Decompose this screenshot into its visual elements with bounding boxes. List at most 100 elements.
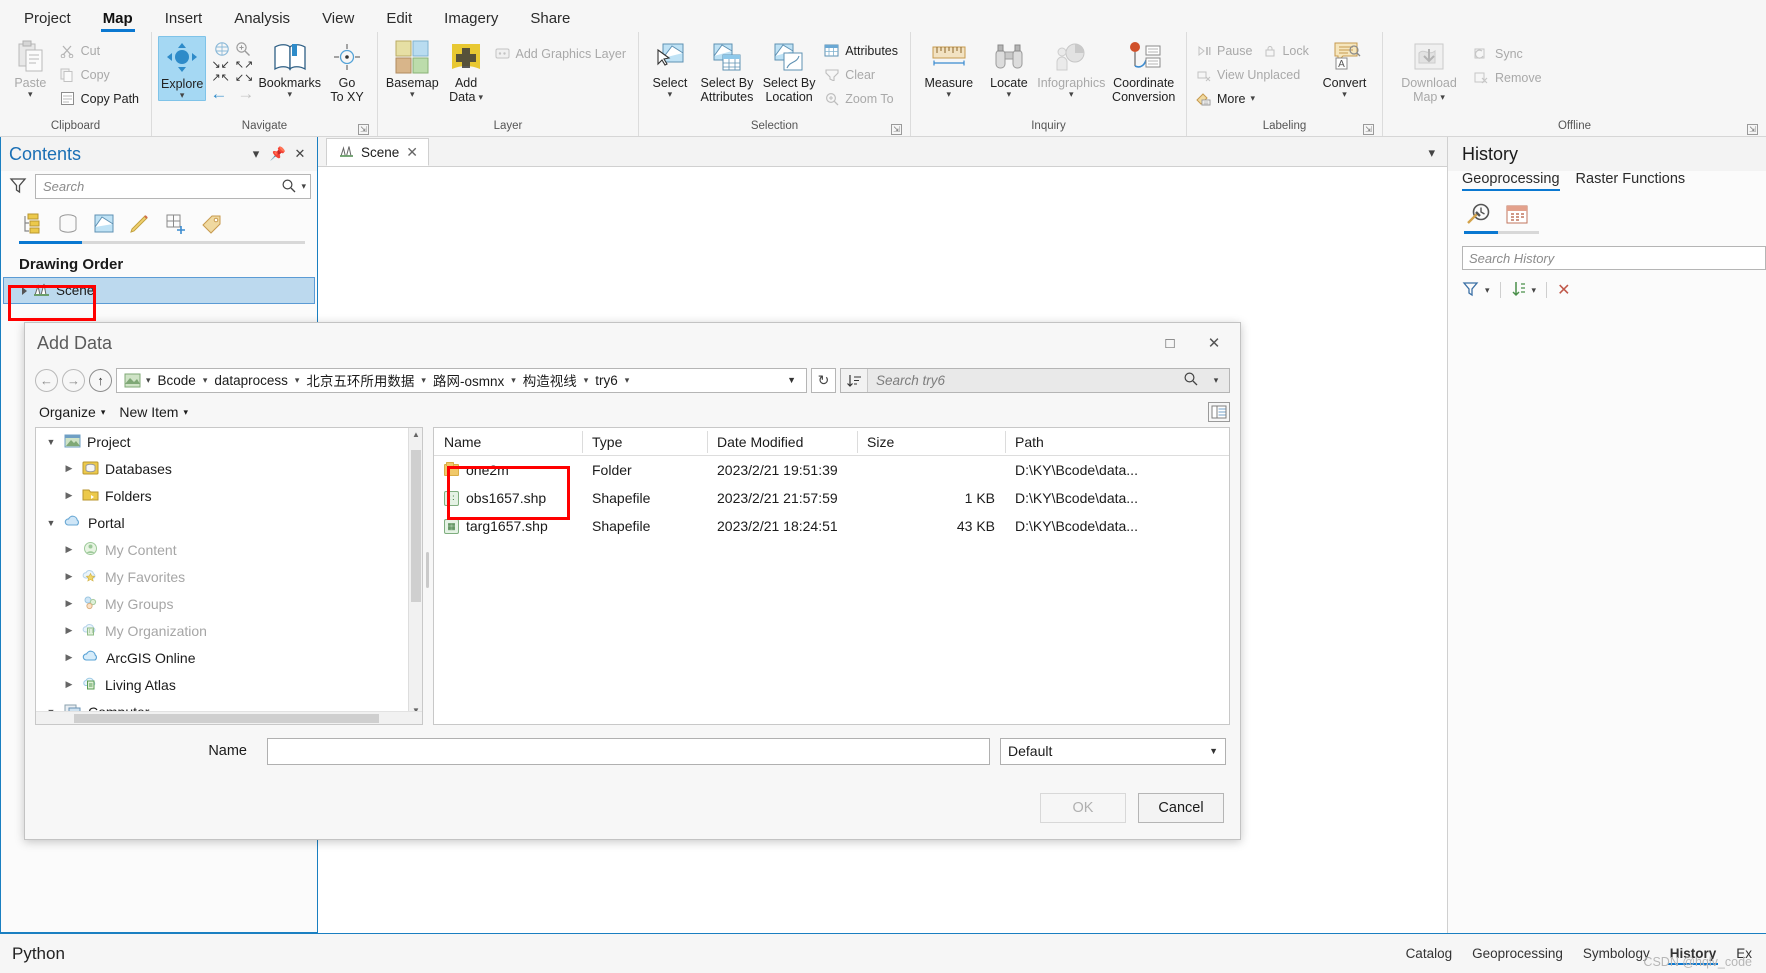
clear-button[interactable]: Clear xyxy=(821,63,904,86)
maximize-icon[interactable]: □ xyxy=(1148,326,1192,360)
chevron-down-icon[interactable]: ▾ xyxy=(183,407,188,418)
chevron-down-icon[interactable]: ▾ xyxy=(1485,285,1490,296)
format-select[interactable]: Default ▼ xyxy=(1000,737,1226,765)
refresh-icon[interactable]: ↻ xyxy=(811,367,836,393)
view-layout-icon[interactable] xyxy=(1208,402,1230,422)
paste-button[interactable]: Paste ▾ xyxy=(6,36,55,99)
column-header-name[interactable]: Name xyxy=(434,428,582,456)
name-input[interactable] xyxy=(267,737,990,765)
explore-button[interactable]: Explore ▾ xyxy=(158,36,207,101)
bottom-tab-geoprocessing[interactable]: Geoprocessing xyxy=(1462,940,1573,967)
view-unplaced-button[interactable]: View Unplaced xyxy=(1193,63,1311,86)
collapsed-arrow-icon[interactable]: ▶ xyxy=(62,598,76,609)
breadcrumb-item-try6[interactable]: try6 xyxy=(590,373,623,388)
new-item-button[interactable]: New Item ▾ xyxy=(115,402,192,422)
attributes-button[interactable]: Attributes xyxy=(821,39,904,62)
dialog-search[interactable]: Search try6 ▾ xyxy=(840,367,1230,393)
list-by-editing-icon[interactable] xyxy=(127,211,153,237)
coordinate-conversion-button[interactable]: Coordinate Conversion xyxy=(1107,36,1180,104)
organize-button[interactable]: Organize ▾ xyxy=(35,402,109,422)
collapsed-arrow-icon[interactable]: ▶ xyxy=(62,490,76,501)
list-by-snapping-icon[interactable] xyxy=(163,211,189,237)
chevron-down-icon[interactable]: ▾ xyxy=(201,375,210,386)
chevron-down-icon[interactable]: ▾ xyxy=(479,92,484,102)
chevron-down-icon[interactable]: ▾ xyxy=(180,91,185,100)
chevron-down-icon[interactable]: ▾ xyxy=(1250,94,1255,103)
contents-layer-scene[interactable]: Scene xyxy=(3,277,315,304)
cut-button[interactable]: Cut xyxy=(57,39,145,62)
lock-labeling-button[interactable]: Lock xyxy=(1258,39,1314,62)
calendar-icon[interactable] xyxy=(1504,202,1530,226)
tree-item-my-content[interactable]: ▶ My Content xyxy=(36,536,422,563)
pause-labeling-button[interactable]: Pause xyxy=(1193,39,1258,62)
cancel-button[interactable]: Cancel xyxy=(1138,793,1224,823)
chevron-down-icon[interactable]: ▾ xyxy=(410,90,415,99)
history-search-input[interactable]: Search History xyxy=(1462,246,1766,270)
breadcrumb-overflow-icon[interactable]: ▼ xyxy=(779,375,804,385)
expanded-arrow-icon[interactable]: ▼ xyxy=(44,518,58,528)
tab-geoprocessing[interactable]: Geoprocessing xyxy=(1462,171,1560,191)
locate-button[interactable]: Locate ▾ xyxy=(983,36,1036,99)
add-data-button[interactable]: Add Data ▾ xyxy=(443,36,490,104)
filter-funnel-icon[interactable] xyxy=(7,176,29,197)
chevron-down-icon[interactable]: ▾ xyxy=(1069,90,1074,99)
zoom-to-button[interactable]: Zoom To xyxy=(821,87,904,110)
tree-vertical-scrollbar[interactable]: ▲ ▼ xyxy=(408,428,422,724)
back-icon[interactable]: ← xyxy=(35,368,58,392)
bottom-tab-catalog[interactable]: Catalog xyxy=(1396,940,1463,967)
up-icon[interactable]: ↑ xyxy=(89,368,112,392)
list-by-drawing-order-icon[interactable] xyxy=(19,211,45,237)
tree-item-arcgis-online[interactable]: ▶ ArcGIS Online xyxy=(36,644,422,671)
fixed-zoom-icon[interactable] xyxy=(234,40,251,57)
chevron-down-icon[interactable]: ▾ xyxy=(947,90,952,99)
ribbon-tab-project[interactable]: Project xyxy=(8,8,87,32)
pin-icon[interactable]: 📌 xyxy=(267,146,289,162)
tab-raster-functions[interactable]: Raster Functions xyxy=(1576,171,1686,191)
collapsed-arrow-icon[interactable]: ▶ xyxy=(62,544,76,555)
scroll-up-icon[interactable]: ▲ xyxy=(409,430,422,446)
chevron-down-icon[interactable]: ▾ xyxy=(287,90,292,99)
tree-item-databases[interactable]: ▶ Databases xyxy=(36,455,422,482)
breadcrumb-item-dataprocess[interactable]: dataprocess xyxy=(209,373,293,388)
search-icon[interactable] xyxy=(281,178,296,196)
breadcrumb-item-beijing[interactable]: 北京五环所用数据 xyxy=(301,370,419,390)
chevron-down-icon[interactable]: ▾ xyxy=(144,375,153,386)
chevron-down-icon[interactable]: ▾ xyxy=(582,375,591,386)
next-extent-icon[interactable]: → xyxy=(237,85,254,102)
previous-extent-icon[interactable]: ← xyxy=(210,85,227,102)
column-header-type[interactable]: Type xyxy=(582,428,707,456)
python-window-label[interactable]: Python xyxy=(0,944,65,964)
close-icon[interactable]: ✕ xyxy=(289,146,311,162)
select-by-attributes-button[interactable]: Select By Attributes xyxy=(697,36,757,104)
delete-icon[interactable]: ✕ xyxy=(1557,280,1570,300)
copy-path-button[interactable]: Copy Path xyxy=(57,87,145,110)
collapsed-arrow-icon[interactable]: ▶ xyxy=(62,571,76,582)
scrollbar-thumb[interactable] xyxy=(411,450,421,602)
collapsed-arrow-icon[interactable]: ▶ xyxy=(62,679,76,690)
collapsed-arrow-icon[interactable]: ▶ xyxy=(62,652,76,663)
more-labeling-button[interactable]: More ▾ xyxy=(1193,87,1311,110)
tree-item-living-atlas[interactable]: ▶ Living Atlas xyxy=(36,671,422,698)
ribbon-tab-edit[interactable]: Edit xyxy=(370,8,428,32)
chevron-down-icon[interactable]: ▾ xyxy=(1342,90,1347,99)
chevron-down-icon[interactable]: ▾ xyxy=(28,90,33,99)
chevron-down-icon[interactable]: ▾ xyxy=(1428,145,1435,161)
chevron-down-icon[interactable]: ▾ xyxy=(1007,90,1012,99)
ribbon-tab-view[interactable]: View xyxy=(306,8,370,32)
chevron-down-icon[interactable]: ▾ xyxy=(296,181,306,192)
table-row[interactable]: ▦ targ1657.shp Shapefile 2023/2/21 18:24… xyxy=(434,512,1229,540)
chevron-down-icon[interactable]: ▾ xyxy=(623,375,632,386)
breadcrumb-root-icon[interactable] xyxy=(121,373,144,388)
breadcrumb-item-bcode[interactable]: Bcode xyxy=(153,373,201,388)
collapsed-arrow-icon[interactable]: ▶ xyxy=(62,625,76,636)
column-header-size[interactable]: Size xyxy=(857,428,1005,456)
expand-arrow-icon[interactable] xyxy=(22,286,27,295)
labeling-dialog-launcher[interactable]: ⇲ xyxy=(1363,124,1374,135)
scrollbar-thumb[interactable] xyxy=(74,714,379,723)
convert-labels-button[interactable]: A Convert ▾ xyxy=(1313,36,1376,99)
tool-history-icon[interactable] xyxy=(1464,201,1492,227)
bookmarks-button[interactable]: Bookmarks ▾ xyxy=(258,36,321,99)
contents-search-input[interactable]: Search ▾ xyxy=(35,174,311,199)
chevron-down-icon[interactable]: ▾ xyxy=(668,90,673,99)
chevron-down-icon[interactable]: ▾ xyxy=(1532,285,1537,296)
